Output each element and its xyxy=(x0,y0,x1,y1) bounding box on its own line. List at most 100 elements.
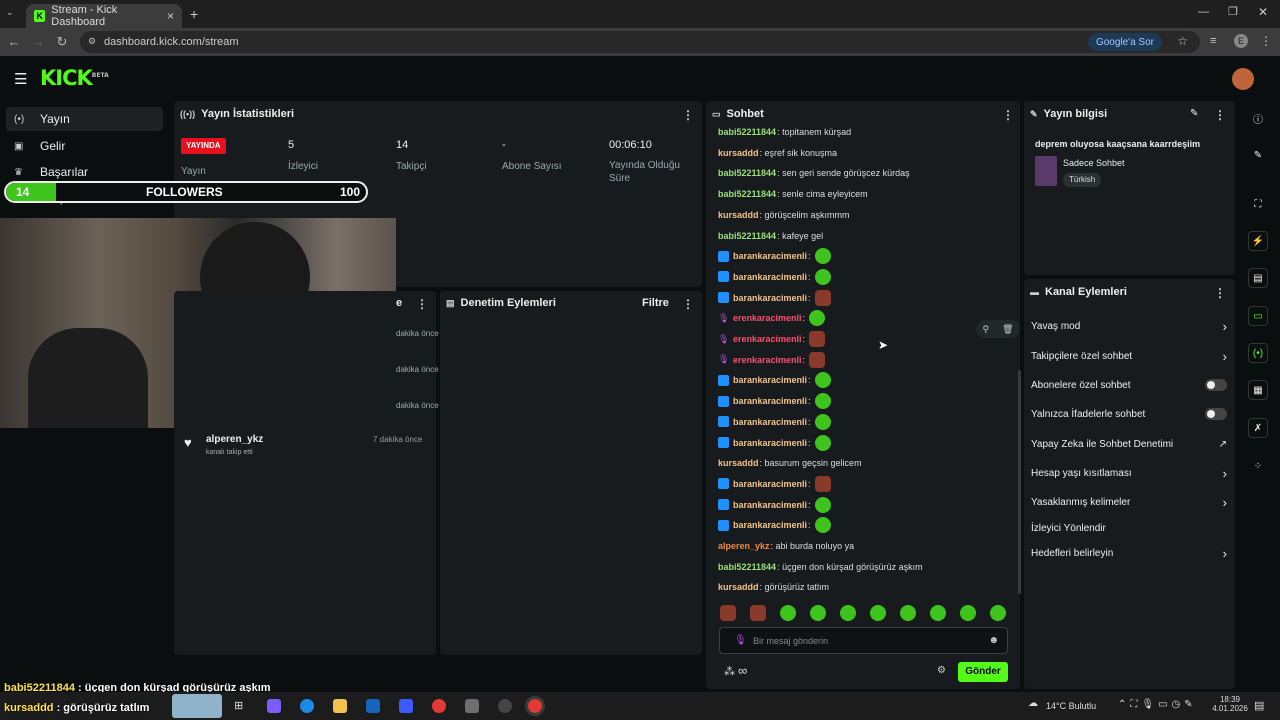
channel-action-item[interactable]: Yapay Zeka ile Sohbet Denetimi ↗ xyxy=(1031,432,1227,456)
channel-action-item[interactable]: Hesap yaşı kısıtlaması › xyxy=(1031,461,1227,485)
tab-close-icon[interactable]: × xyxy=(167,9,174,23)
minimize-icon[interactable]: — xyxy=(1198,6,1209,18)
chat-username[interactable]: kursaddd xyxy=(718,210,759,220)
chat-username[interactable]: erenkaracimenli xyxy=(733,355,802,365)
chat-username[interactable]: barankaracimenli xyxy=(733,479,807,489)
emote-picker-icon[interactable] xyxy=(930,605,946,621)
emote-picker-icon[interactable] xyxy=(720,605,736,621)
pencil-icon[interactable]: ✎ xyxy=(1248,145,1268,165)
chat-username[interactable]: barankaracimenli xyxy=(733,251,807,261)
channel-action-item[interactable]: Abonelere özel sohbet xyxy=(1031,373,1227,397)
chat-username[interactable]: alperen_ykz xyxy=(718,541,770,551)
chat-username[interactable]: kursaddd xyxy=(718,458,759,468)
forward-icon[interactable]: → xyxy=(30,34,46,50)
moderation-more-icon[interactable]: ⋮ xyxy=(682,297,694,311)
settings-app-icon[interactable] xyxy=(465,699,479,713)
chat-username[interactable]: barankaracimenli xyxy=(733,272,807,282)
edit-icon[interactable]: ✎ xyxy=(1190,108,1198,119)
notification-icon[interactable]: ▤ xyxy=(1254,699,1264,712)
google-sor-button[interactable]: Google'a Sor xyxy=(1087,33,1162,51)
info-icon[interactable]: ⓘ xyxy=(1248,108,1268,128)
weather-text[interactable]: 14°C Bulutlu xyxy=(1046,701,1096,711)
emote-picker-icon[interactable] xyxy=(900,605,916,621)
maximize-icon[interactable]: ❐ xyxy=(1228,5,1238,18)
channel-action-item[interactable]: Yavaş mod › xyxy=(1031,314,1227,338)
window-close-icon[interactable]: ✕ xyxy=(1258,5,1268,19)
kick-logo[interactable]: KICKBETA xyxy=(40,66,109,90)
new-tab-icon[interactable]: + xyxy=(190,6,198,22)
chat-username[interactable]: babi52211844 xyxy=(718,168,776,178)
store-icon[interactable] xyxy=(399,699,413,713)
people-icon[interactable]: ⁂ xyxy=(724,665,735,678)
chrome-icon[interactable] xyxy=(432,699,446,713)
emote-picker-icon[interactable] xyxy=(810,605,826,621)
chat-username[interactable]: barankaracimenli xyxy=(733,293,807,303)
edge-icon[interactable] xyxy=(300,699,314,713)
filter-button[interactable]: Filtre xyxy=(642,297,669,309)
chat-bubble-icon[interactable]: ▭ xyxy=(1248,306,1268,326)
chat-username[interactable]: barankaracimenli xyxy=(733,417,807,427)
site-info-icon[interactable]: ⚙ xyxy=(88,36,96,47)
toggle-switch[interactable] xyxy=(1205,408,1227,420)
chat-username[interactable]: barankaracimenli xyxy=(733,500,807,510)
channel-actions-more-icon[interactable]: ⋮ xyxy=(1214,286,1226,300)
stats-more-icon[interactable]: ⋮ xyxy=(682,108,694,122)
chat-username[interactable]: barankaracimenli xyxy=(733,520,807,530)
reload-icon[interactable]: ↻ xyxy=(54,34,70,50)
chat-username[interactable]: barankaracimenli xyxy=(733,438,807,448)
chat-username[interactable]: babi52211844 xyxy=(718,231,776,241)
browser-tab[interactable]: K Stream - Kick Dashboard × xyxy=(26,4,182,28)
emote-picker-icon[interactable] xyxy=(840,605,856,621)
stream-info-more-icon[interactable]: ⋮ xyxy=(1214,108,1226,122)
delete-icon[interactable]: 🗑 xyxy=(1002,324,1013,335)
address-bar[interactable]: ⚙ dashboard.kick.com/stream Google'a Sor… xyxy=(80,31,1200,53)
chrome-active-icon[interactable] xyxy=(525,696,545,716)
outlook-icon[interactable] xyxy=(366,699,380,713)
emote-picker-icon[interactable] xyxy=(960,605,976,621)
emote-picker-icon[interactable] xyxy=(750,605,766,621)
channel-action-item[interactable]: Yalnızca İfadelerle sohbet xyxy=(1031,402,1227,426)
chat-username[interactable]: babi52211844 xyxy=(718,127,776,137)
fullscreen-icon[interactable]: ⛶ xyxy=(1248,194,1268,214)
channel-action-item[interactable]: İzleyici Yönlendir xyxy=(1031,516,1227,540)
chat-settings-icon[interactable]: ⚙ xyxy=(937,665,946,676)
flash-icon[interactable]: ⚡ xyxy=(1248,231,1268,251)
copilot-icon[interactable] xyxy=(267,699,281,713)
channel-action-item[interactable]: Yasaklanmış kelimeler › xyxy=(1031,490,1227,514)
tools-icon[interactable]: ✗ xyxy=(1248,418,1268,438)
chat-input[interactable]: 🎙 Bir mesaj gönderin ☻ xyxy=(719,627,1008,654)
layout-icon[interactable]: ▦ xyxy=(1248,380,1268,400)
emote-picker-icon[interactable] xyxy=(780,605,796,621)
chat-username[interactable]: erenkaracimenli xyxy=(733,334,802,344)
apps-icon[interactable]: ⁘ xyxy=(1248,456,1268,476)
profile-avatar[interactable]: E xyxy=(1234,34,1248,48)
pin-icon[interactable]: ⚲ xyxy=(982,324,989,335)
chat-username[interactable]: erenkaracimenli xyxy=(733,313,802,323)
channel-action-item[interactable]: Takipçilere özel sohbet › xyxy=(1031,344,1227,368)
chat-username[interactable]: barankaracimenli xyxy=(733,396,807,406)
bookmark-star-icon[interactable]: ☆ xyxy=(1177,34,1188,48)
tab-list-icon[interactable]: ⌄ xyxy=(6,7,20,21)
user-avatar[interactable] xyxy=(1232,68,1254,90)
chat-username[interactable]: babi52211844 xyxy=(718,562,776,572)
taskbar-preview[interactable] xyxy=(172,694,222,718)
emoji-icon[interactable]: ☻ xyxy=(988,635,999,646)
task-view-icon[interactable]: ⊞ xyxy=(234,699,248,713)
sidebar-item-gelir[interactable]: ▣ Gelir xyxy=(6,134,163,158)
system-tray-icons[interactable]: ⌃⛶🎙▭◷✎ xyxy=(1118,699,1197,710)
chat-username[interactable]: kursaddd xyxy=(718,582,759,592)
emote-picker-icon[interactable] xyxy=(990,605,1006,621)
chat-username[interactable]: kursaddd xyxy=(718,148,759,158)
emote-picker-icon[interactable] xyxy=(870,605,886,621)
reading-list-icon[interactable]: ≡ xyxy=(1210,35,1216,47)
obs-icon[interactable] xyxy=(498,699,512,713)
browser-menu-icon[interactable]: ⋮ xyxy=(1260,34,1272,48)
chat-scrollbar[interactable] xyxy=(1018,370,1021,594)
send-button[interactable]: Gönder xyxy=(958,662,1008,682)
taskbar-clock[interactable]: 18:39 4.01.2026 xyxy=(1212,695,1248,713)
sidebar-item-yayin[interactable]: (•) Yayın xyxy=(6,107,163,131)
back-icon[interactable]: ← xyxy=(6,34,22,50)
chat-username[interactable]: babi52211844 xyxy=(718,189,776,199)
clipboard-icon[interactable]: ▤ xyxy=(1248,268,1268,288)
channel-action-item[interactable]: Hedefleri belirleyin › xyxy=(1031,541,1227,565)
